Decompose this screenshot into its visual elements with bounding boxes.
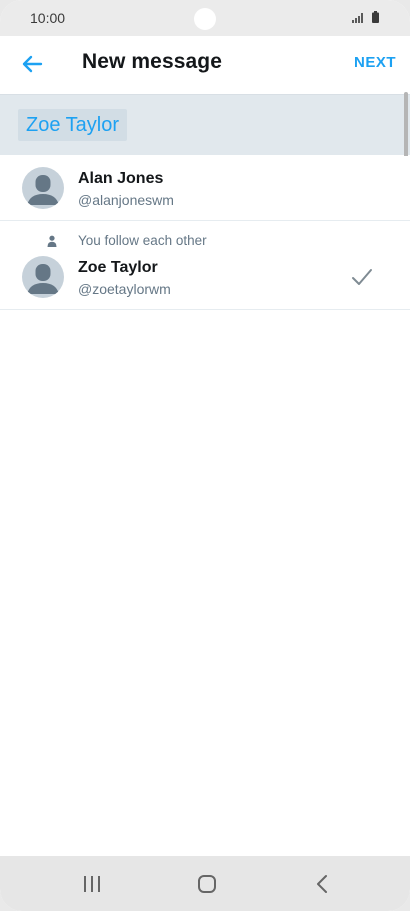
home-button[interactable] (194, 871, 220, 897)
list-item-user[interactable]: Alan Jones @alanjoneswm (0, 156, 410, 221)
user-handle: @alanjoneswm (78, 192, 174, 208)
home-icon (198, 875, 216, 893)
default-avatar-icon (27, 264, 59, 294)
back-button[interactable] (18, 50, 46, 78)
camera-cutout (194, 8, 216, 30)
arrow-left-icon (22, 55, 43, 73)
recipient-bar[interactable]: Zoe Taylor (0, 95, 410, 155)
back-nav-button[interactable] (309, 871, 335, 897)
signal-icon (352, 13, 363, 23)
avatar (22, 256, 64, 298)
user-name: Alan Jones (78, 170, 164, 187)
recent-apps-button[interactable] (79, 871, 105, 897)
status-time: 10:00 (30, 10, 66, 26)
phone-screen: 10:00 New message NEXT Zoe Taylor Alan J… (0, 0, 410, 911)
list-item-user[interactable]: You follow each other Zoe Taylor @zoetay… (0, 221, 410, 310)
person-icon (47, 235, 57, 247)
user-handle: @zoetaylorwm (78, 281, 171, 297)
status-bar: 10:00 (0, 0, 410, 36)
checkmark-icon (352, 269, 372, 285)
back-icon (317, 875, 327, 893)
avatar (22, 167, 64, 209)
recipient-chip[interactable]: Zoe Taylor (18, 109, 128, 141)
app-header: New message NEXT (0, 36, 410, 95)
battery-icon (372, 11, 379, 23)
system-nav-bar (0, 856, 410, 911)
default-avatar-icon (27, 175, 59, 205)
follow-status-text: You follow each other (78, 233, 207, 248)
recent-apps-icon (84, 876, 100, 892)
next-button[interactable]: NEXT (354, 54, 396, 71)
page-title: New message (82, 50, 223, 73)
user-name: Zoe Taylor (78, 259, 158, 276)
